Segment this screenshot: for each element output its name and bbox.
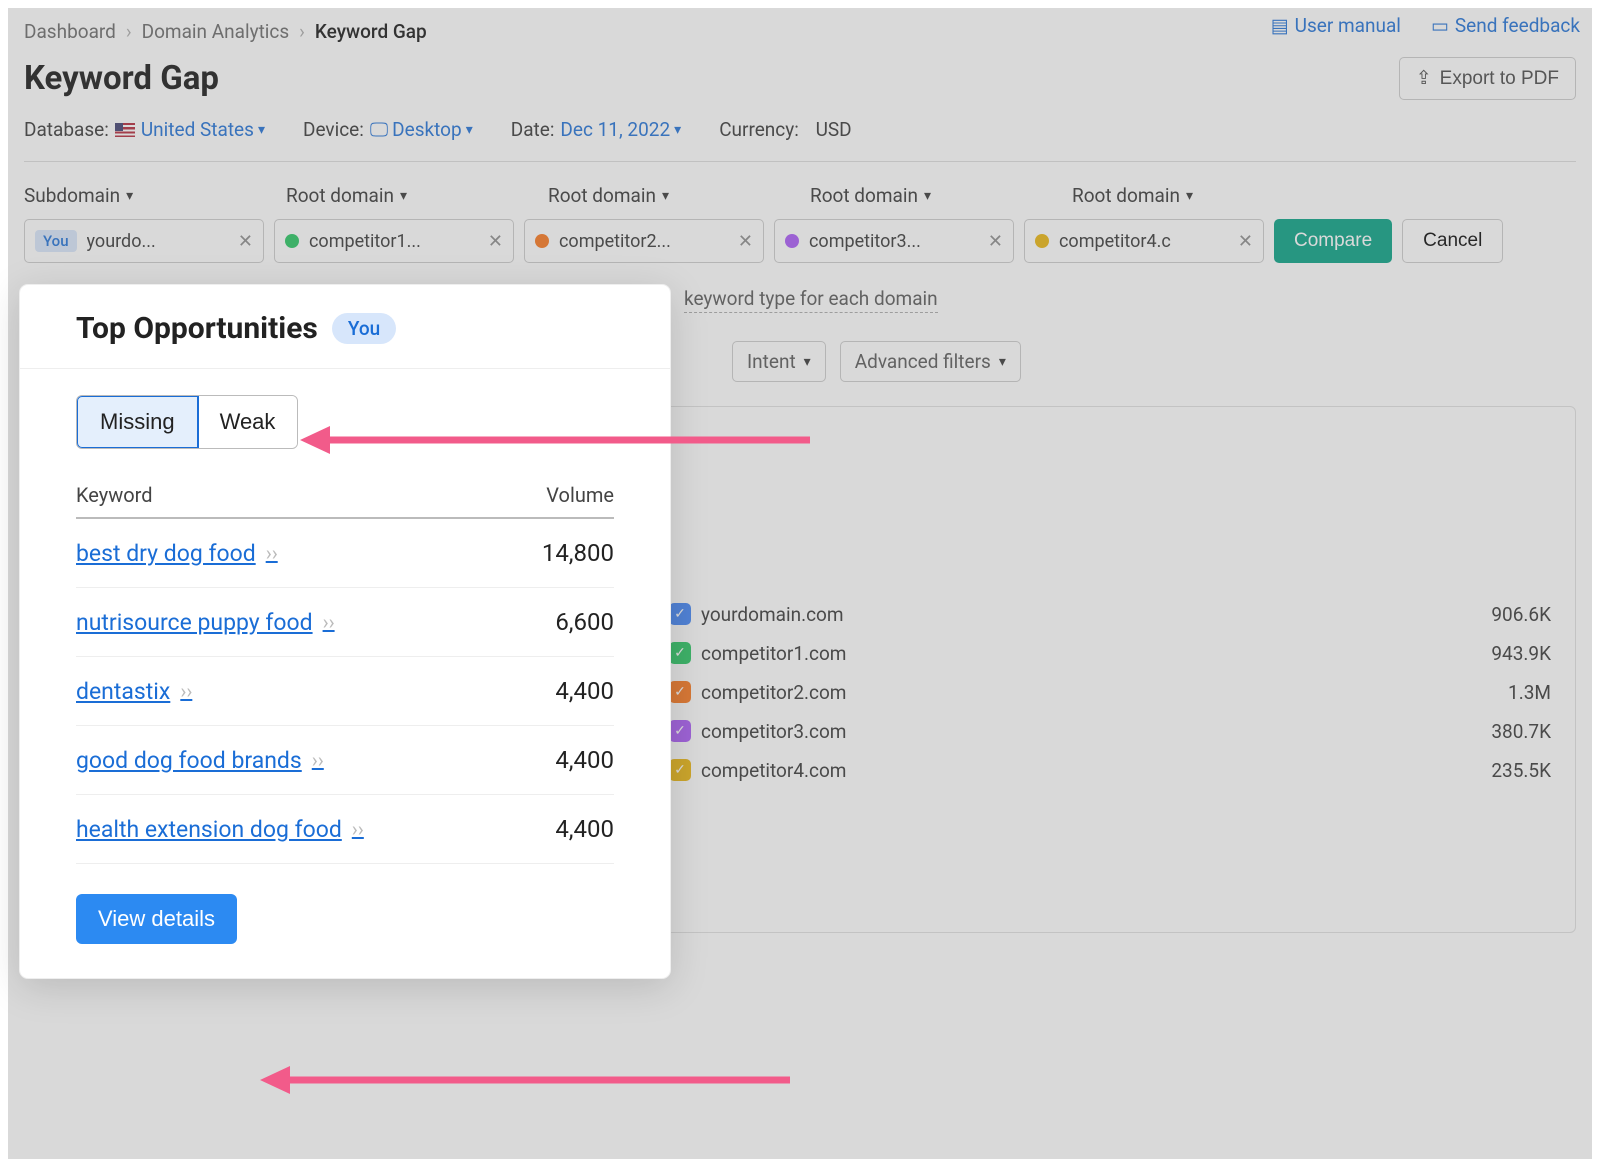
domain-type-4[interactable]: Root domain ▾ [810,184,1050,207]
legend-row: ✓competitor3.com380.7K [669,712,1551,751]
meta-device-label: Device: [303,118,364,141]
chevrons-right-icon: ›› [352,817,364,841]
chevron-down-icon: ▾ [804,354,811,370]
domain-chip-3[interactable]: competitor3...✕ [774,219,1014,263]
meta-currency-label: Currency: [719,118,799,141]
flag-us-icon [115,123,135,137]
upload-icon: ⇪ [1416,67,1432,90]
desktop-icon: 🖵 [370,118,388,141]
chevron-down-icon: ▾ [126,188,133,204]
chevrons-right-icon: ›› [180,679,192,703]
domain-type-labels: Subdomain ▾ Root domain ▾ Root domain ▾ … [24,184,1576,207]
remove-chip-icon[interactable]: ✕ [738,231,753,252]
cancel-button[interactable]: Cancel [1402,219,1503,263]
keyword-type-link[interactable]: keyword type for each domain [684,287,938,313]
tab-missing[interactable]: Missing [76,395,199,449]
tab-weak[interactable]: Weak [198,396,298,448]
volume-value: 6,600 [555,608,614,636]
you-pill: You [332,313,396,344]
breadcrumb-current: Keyword Gap [315,20,427,43]
book-icon: ▤ [1271,14,1289,37]
speech-icon: ▭ [1431,14,1449,37]
overlap-legend: ✓yourdomain.com906.6K ✓competitor1.com94… [669,595,1551,790]
domain-type-1[interactable]: Subdomain ▾ [24,184,264,207]
legend-check-icon[interactable]: ✓ [669,642,691,664]
chevron-down-icon: ▾ [1186,188,1193,204]
th-keyword: Keyword [76,483,153,507]
remove-chip-icon[interactable]: ✕ [988,231,1003,252]
table-row: dentastix›› 4,400 [76,657,614,726]
chevrons-right-icon: ›› [323,610,335,634]
table-row: nutrisource puppy food›› 6,600 [76,588,614,657]
th-volume: Volume [546,483,614,507]
keyword-link[interactable]: dentastix›› [76,678,192,705]
page-title: Keyword Gap [24,59,219,98]
table-row: health extension dog food›› 4,400 [76,795,614,864]
remove-chip-icon[interactable]: ✕ [238,231,253,252]
link-send-feedback[interactable]: ▭Send feedback [1431,14,1580,37]
annotation-arrow-icon [260,1060,800,1100]
legend-check-icon[interactable]: ✓ [669,720,691,742]
chevron-down-icon: ▾ [674,122,681,138]
keyword-link[interactable]: nutrisource puppy food›› [76,609,335,636]
chevron-down-icon: ▾ [400,188,407,204]
domain-type-2[interactable]: Root domain ▾ [286,184,526,207]
chevrons-right-icon: ›› [266,541,278,565]
volume-value: 4,400 [555,677,614,705]
volume-value: 4,400 [555,746,614,774]
chevron-down-icon: ▾ [999,354,1006,370]
breadcrumb-dashboard[interactable]: Dashboard [24,20,116,43]
volume-value: 4,400 [555,815,614,843]
you-badge: You [35,230,77,252]
keyword-link[interactable]: good dog food brands›› [76,747,324,774]
meta-database-label: Database: [24,118,109,141]
chevron-down-icon: ▾ [258,122,265,138]
domain-chip-4[interactable]: competitor4.c✕ [1024,219,1264,263]
chevrons-right-icon: ›› [312,748,324,772]
meta-date-value[interactable]: Dec 11, 2022 ▾ [560,118,681,141]
color-dot-icon [285,234,299,248]
keyword-link[interactable]: health extension dog food›› [76,816,364,843]
domain-chip-1[interactable]: competitor1...✕ [274,219,514,263]
domain-type-5[interactable]: Root domain ▾ [1072,184,1312,207]
meta-date-label: Date: [511,118,555,141]
color-dot-icon [535,234,549,248]
breadcrumb-analytics[interactable]: Domain Analytics [142,20,290,43]
keyword-link[interactable]: best dry dog food›› [76,540,278,567]
chevron-down-icon: ▾ [662,188,669,204]
chevron-down-icon: ▾ [466,122,473,138]
top-opportunities-card: Top Opportunities You Missing Weak Keywo… [20,285,670,978]
domain-type-3[interactable]: Root domain ▾ [548,184,788,207]
volume-value: 14,800 [542,539,614,567]
table-row: best dry dog food›› 14,800 [76,519,614,588]
meta-device-value[interactable]: 🖵 Desktop ▾ [370,118,473,141]
domain-chip-you[interactable]: Youyourdo...✕ [24,219,264,263]
chevron-down-icon: ▾ [924,188,931,204]
card-title: Top Opportunities [76,311,318,346]
export-pdf-button[interactable]: ⇪ Export to PDF [1399,57,1576,100]
legend-row: ✓competitor2.com1.3M [669,673,1551,712]
meta-database-value[interactable]: United States ▾ [141,118,265,141]
remove-chip-icon[interactable]: ✕ [488,231,503,252]
legend-row: ✓competitor4.com235.5K [669,751,1551,790]
link-user-manual[interactable]: ▤User manual [1271,14,1401,37]
advanced-filters[interactable]: Advanced filters ▾ [840,341,1021,382]
chevron-right-icon: › [126,20,132,43]
compare-button[interactable]: Compare [1274,219,1392,263]
legend-row: ✓competitor1.com943.9K [669,634,1551,673]
remove-chip-icon[interactable]: ✕ [1238,231,1253,252]
table-row: good dog food brands›› 4,400 [76,726,614,795]
meta-currency-value: USD [816,118,852,141]
domain-chip-2[interactable]: competitor2...✕ [524,219,764,263]
legend-check-icon[interactable]: ✓ [669,759,691,781]
view-details-button[interactable]: View details [76,894,237,944]
tab-group: Missing Weak [76,395,298,449]
intent-filter[interactable]: Intent ▾ [732,341,826,382]
color-dot-icon [785,234,799,248]
legend-row: ✓yourdomain.com906.6K [669,595,1551,634]
color-dot-icon [1035,234,1049,248]
legend-check-icon[interactable]: ✓ [669,603,691,625]
chevron-right-icon: › [299,20,305,43]
legend-check-icon[interactable]: ✓ [669,681,691,703]
